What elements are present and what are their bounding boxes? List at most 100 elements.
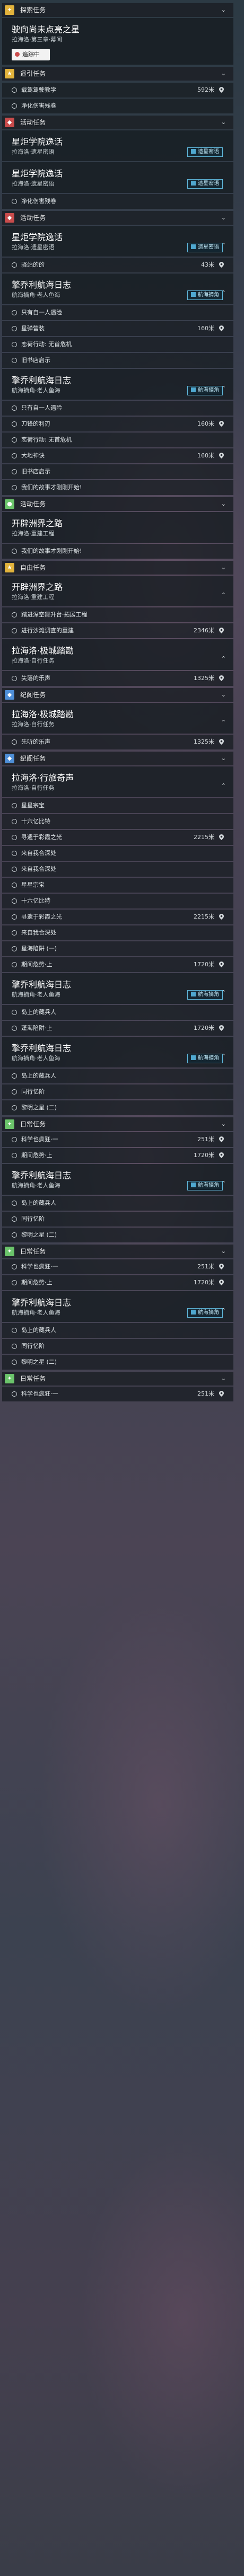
section-header-daily-3[interactable]: ✦ 日常任务 ⌄ [2, 1372, 233, 1386]
quest-step-row[interactable]: 期间危势·上 1720米 [2, 1275, 233, 1290]
quest-step-row[interactable]: 寻遗于彩霞之光 2215米 [2, 910, 233, 924]
step-status-icon [12, 358, 17, 363]
quest-step-row[interactable]: 科学也疯狂·一 251米 [2, 1259, 233, 1274]
step-status-icon [12, 326, 17, 331]
step-label: 岛上的藏兵人 [21, 1199, 56, 1206]
step-label: 十六亿比特 [21, 818, 50, 825]
quest-step-row[interactable]: 十六亿比特 [2, 894, 233, 908]
quest-step-row[interactable]: 刀锋的利刃 160米 [2, 417, 233, 431]
section-label: 日常任务 [20, 1121, 46, 1128]
quest-type-tag: 遗星密语 [187, 179, 223, 189]
chevron-up-icon[interactable]: ⌃ [221, 592, 226, 598]
quest-step-row[interactable]: 星弹营装 160米 [2, 321, 233, 336]
step-label: 来自我合深处 [21, 929, 56, 936]
quest-step-row[interactable]: 驿站的的 43米 [2, 258, 233, 272]
location-pin-icon [219, 421, 224, 427]
quest-step-row[interactable]: 旧书店启示 [2, 464, 233, 479]
step-label: 科学也疯狂·一 [21, 1390, 58, 1397]
quest-step-row[interactable]: 同行忆阶 [2, 1212, 233, 1227]
quest-step-row[interactable]: 同行忆阶 [2, 1339, 233, 1354]
quest-step-row[interactable]: 恋荷行动: 无首危机 [2, 433, 233, 447]
step-distance: 1720米 [194, 1152, 214, 1159]
step-status-icon [12, 883, 17, 888]
quest-card[interactable]: 星炬学院逸话 拉海洛·遗星密语 遗星密语 [2, 130, 233, 161]
section-header-record-2[interactable]: ◆ 纪阁任务 ⌄ [2, 752, 233, 765]
quest-step-row[interactable]: 来自我合深处 [2, 862, 233, 877]
quest-step-row[interactable]: 岛上的藏兵人 [2, 1196, 233, 1211]
quest-card[interactable]: 开辟洲界之路 拉海洛·重建工程 ⌃ [2, 576, 233, 606]
step-status-icon [12, 405, 17, 411]
quest-step-row[interactable]: 旧书店启示 [2, 353, 233, 368]
quest-step-row[interactable]: 蓬海陷阱·上 1720米 [2, 1021, 233, 1036]
quest-step-row[interactable]: 来自我合深处 [2, 925, 233, 940]
quest-step-row[interactable]: 恋荷行动: 无首危机 [2, 337, 233, 352]
track-button[interactable]: 追踪中 [12, 49, 50, 60]
quest-step-row[interactable]: 同行忆阶 [2, 1084, 233, 1099]
quest-step-row[interactable]: 期间危势·上 1720米 [2, 957, 233, 972]
step-label: 恋荷行动: 无首危机 [21, 341, 72, 348]
step-status-icon [12, 628, 17, 633]
quest-card[interactable]: 擎乔利航海日志 航海摘角·老人鱼海 ⌃ 航海摘角 [2, 973, 233, 1004]
step-status-icon [12, 803, 17, 808]
section-header-record[interactable]: ◆ 纪阁任务 ⌄ [2, 688, 233, 702]
quest-step-row[interactable]: 净化伤害残卷 [2, 99, 233, 113]
quest-step-row[interactable]: 失落的乐声 1325米 [2, 671, 233, 686]
quest-step-row[interactable]: 黎明之星 (二) [2, 1355, 233, 1370]
quest-step-row[interactable]: 星星宗宝 [2, 798, 233, 813]
quest-card[interactable]: 擎乔利航海日志 航海摘角·老人鱼海 ⌃ 航海摘角 [2, 369, 233, 400]
quest-step-row[interactable]: 岛上的藏兵人 [2, 1323, 233, 1338]
quest-step-row[interactable]: 黎明之星 (二) [2, 1228, 233, 1242]
quest-step-row[interactable]: 载驾驾驶教学 592米 [2, 83, 233, 98]
section-header-free[interactable]: ★ 自由任务 ⌄ [2, 561, 233, 575]
quest-card[interactable]: 星炬学院逸话 拉海洛·遗星密语 遗星密语 [2, 162, 233, 193]
quest-card[interactable]: 拉海洛·极城踏勘 拉海洛·自行任务 ⌃ [2, 639, 233, 670]
section-header-explore[interactable]: ✦ 探索任务 ⌄ [2, 3, 233, 17]
quest-card[interactable]: 擎乔利航海日志 航海摘角·老人鱼海 ⌃ 航海摘角 [2, 1291, 233, 1322]
quest-step-row[interactable]: 科学也疯狂·一 251米 [2, 1132, 233, 1147]
quest-step-row[interactable]: 只有自一人遇险 [2, 401, 233, 416]
quest-step-row[interactable]: 十六亿比特 [2, 814, 233, 829]
quest-card[interactable]: 擎乔利航海日志 航海摘角·老人鱼海 ⌃ 航海摘角 [2, 274, 233, 304]
quest-step-row[interactable]: 黎明之星 (二) [2, 1100, 233, 1115]
step-label: 同行忆阶 [21, 1088, 45, 1095]
step-label: 载驾驾驶教学 [21, 86, 56, 93]
quest-card[interactable]: 擎乔利航海日志 航海摘角·老人鱼海 ⌃ 航海摘角 [2, 1164, 233, 1195]
step-status-icon [12, 199, 17, 204]
quest-step-row[interactable]: 星星宗宝 [2, 878, 233, 893]
quest-card[interactable]: 驶向尚未点亮之星 拉海洛·第三章·幕间 追踪中 [2, 18, 233, 65]
section-header-daily[interactable]: ✦ 日常任务 ⌄ [2, 1117, 233, 1131]
section-header-remote[interactable]: ★ 遥引任务 ⌄ [2, 67, 233, 81]
quest-step-row[interactable]: 踏进深空舞升台·拓展工程 [2, 607, 233, 622]
quest-card[interactable]: 拉海洛·行旅奇声 拉海洛·自行任务 ⌃ [2, 766, 233, 797]
quest-card[interactable]: 星炬学院逸话 拉海洛·遗星密语 ⌃ 遗星密语 [2, 226, 233, 257]
quest-step-row[interactable]: 来自我合深处 [2, 846, 233, 861]
quest-step-row[interactable]: 岛上的藏兵人 [2, 1069, 233, 1083]
chevron-down-icon: ⌄ [221, 1375, 226, 1382]
chevron-up-icon[interactable]: ⌃ [221, 719, 226, 726]
quest-step-row[interactable]: 期间危势·上 1720米 [2, 1148, 233, 1163]
section-header-event[interactable]: ◆ 活动任务 ⌄ [2, 116, 233, 129]
quest-card[interactable]: 拉海洛·极城踏勘 拉海洛·自行任务 ⌃ [2, 703, 233, 734]
section-header-daily-2[interactable]: ✦ 日常任务 ⌄ [2, 1245, 233, 1258]
quest-step-row[interactable]: 先听的乐声 1325米 [2, 735, 233, 749]
quest-step-row[interactable]: 岛上的藏兵人 [2, 1005, 233, 1020]
chevron-up-icon[interactable]: ⌃ [221, 655, 226, 662]
quest-card[interactable]: 开辟洲界之路 拉海洛·重建工程 [2, 512, 233, 543]
quest-step-row[interactable]: 我们的故事才刚刚开始! [2, 544, 233, 559]
quest-step-row[interactable]: 大地神诀 160米 [2, 448, 233, 463]
quest-step-row[interactable]: 只有自一人遇险 [2, 305, 233, 320]
quest-card[interactable]: 擎乔利航海日志 航海摘角·老人鱼海 ⌃ 航海摘角 [2, 1037, 233, 1068]
quest-step-row[interactable]: 我们的故事才刚刚开始! [2, 480, 233, 495]
quest-step-row[interactable]: 科学也疯狂·一 251米 [2, 1387, 233, 1401]
section-header-event-2[interactable]: ◆ 活动任务 ⌄ [2, 211, 233, 225]
quest-step-row[interactable]: 进行沙滩调查的重建 2346米 [2, 623, 233, 638]
quest-step-row[interactable]: 寻遗于彩霞之光 2215米 [2, 830, 233, 845]
quest-step-row[interactable]: 星海陷阱 (一) [2, 941, 233, 956]
quest-subtitle: 拉海洛·自行任务 [12, 721, 55, 728]
step-status-icon [12, 1232, 17, 1238]
chevron-up-icon[interactable]: ⌃ [221, 782, 226, 789]
tag-label: 航海摘角 [198, 1183, 219, 1188]
quest-title: 开辟洲界之路 [12, 518, 63, 528]
quest-step-row[interactable]: 净化伤害残卷 [2, 194, 233, 209]
section-header-event-3[interactable]: ● 活动任务 ⌄ [2, 497, 233, 511]
